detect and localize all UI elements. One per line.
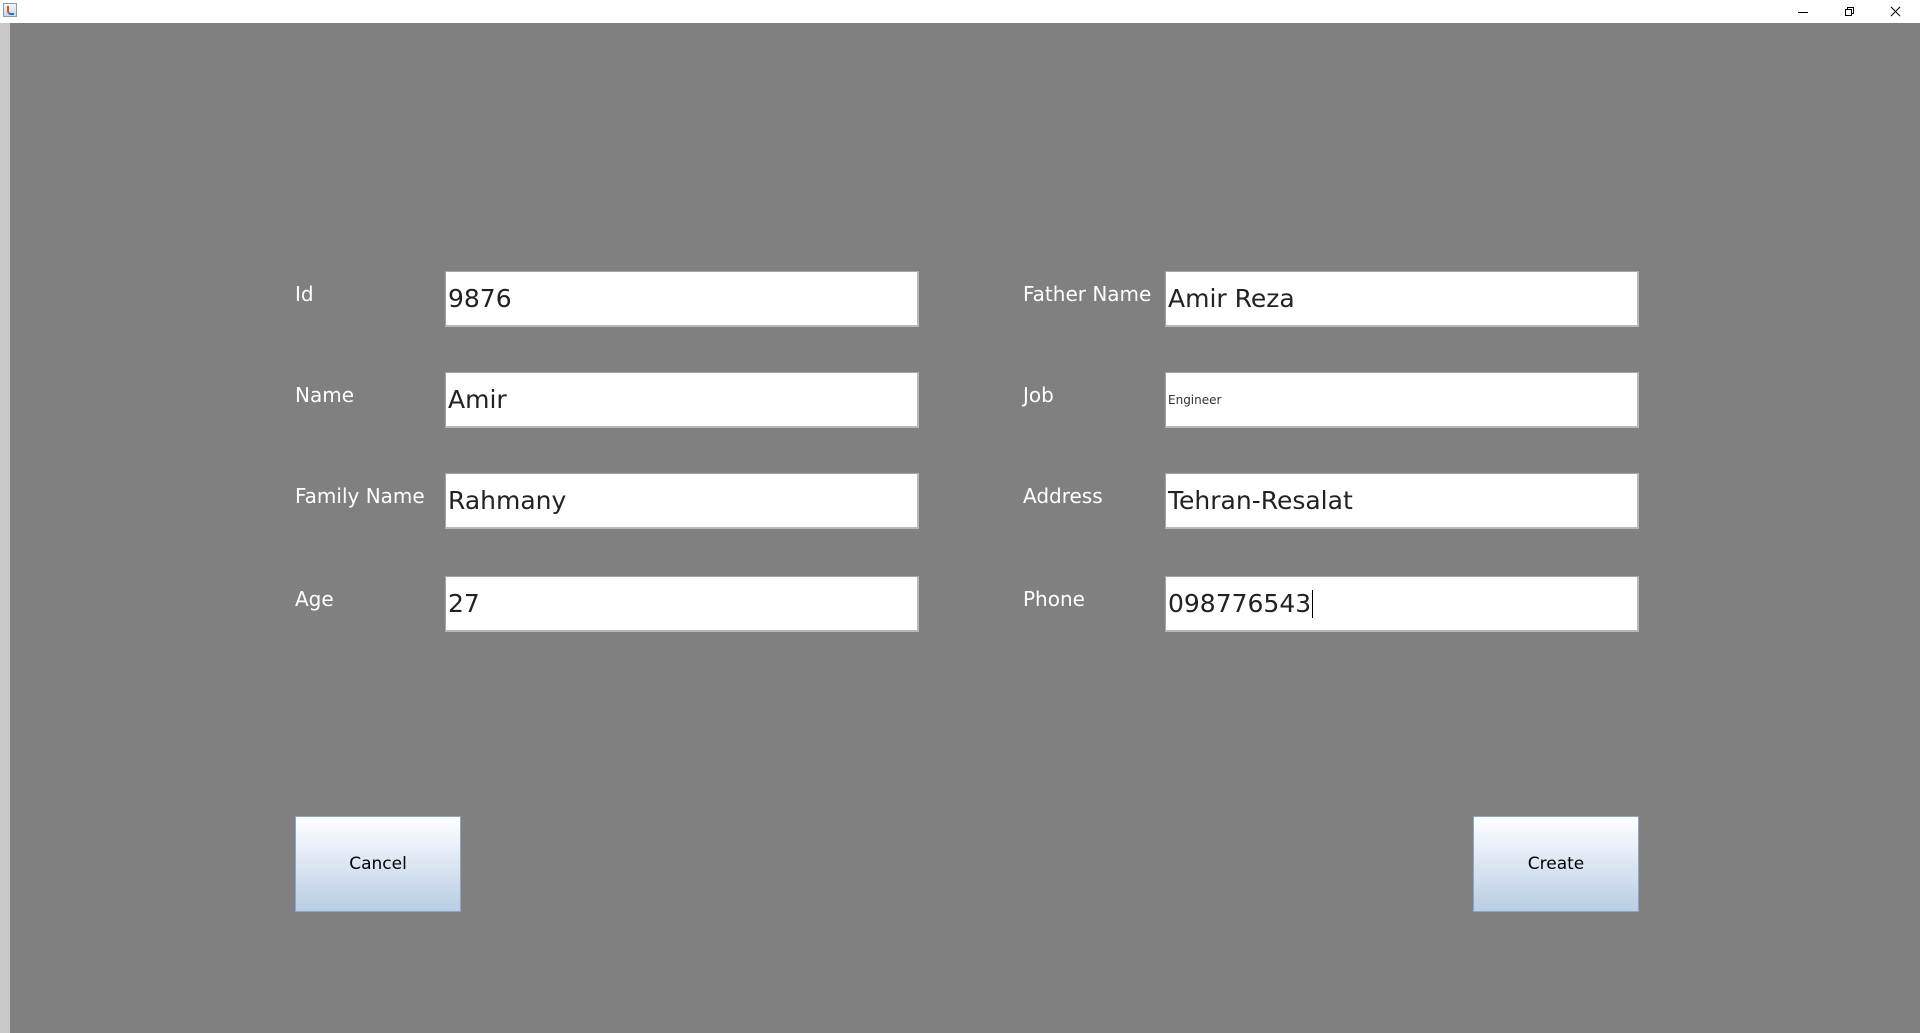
restore-icon	[1844, 6, 1854, 16]
address-label: Address	[1023, 484, 1103, 508]
title-bar	[0, 0, 1920, 23]
close-icon	[1890, 6, 1901, 17]
id-field[interactable]: 9876	[445, 271, 919, 327]
cancel-button[interactable]: Cancel	[295, 816, 461, 912]
father-name-label: Father Name	[1023, 282, 1152, 306]
app-window: Id 9876 Name Amir Family Name Rahmany Ag…	[0, 0, 1920, 1033]
minimize-icon	[1798, 11, 1808, 13]
id-label: Id	[295, 282, 314, 306]
phone-value: 098776543	[1168, 589, 1312, 618]
address-field[interactable]: Tehran-Resalat	[1165, 473, 1639, 529]
age-field[interactable]: 27	[445, 576, 919, 632]
form-panel: Id 9876 Name Amir Family Name Rahmany Ag…	[10, 23, 1920, 1033]
age-label: Age	[295, 587, 334, 611]
phone-label: Phone	[1023, 587, 1085, 611]
restore-button[interactable]	[1826, 0, 1872, 22]
family-name-field[interactable]: Rahmany	[445, 473, 919, 529]
father-name-field[interactable]: Amir Reza	[1165, 271, 1639, 327]
create-button[interactable]: Create	[1473, 816, 1639, 912]
text-caret	[1312, 589, 1314, 618]
close-button[interactable]	[1872, 0, 1918, 22]
name-field[interactable]: Amir	[445, 372, 919, 428]
name-label: Name	[295, 383, 355, 407]
job-field[interactable]: Engineer	[1165, 372, 1639, 428]
window-left-edge	[0, 23, 10, 1033]
java-app-icon	[3, 3, 17, 17]
job-label: Job	[1023, 383, 1054, 407]
family-name-label: Family Name	[295, 484, 425, 508]
phone-field[interactable]: 098776543	[1165, 576, 1639, 632]
minimize-button[interactable]	[1780, 0, 1826, 22]
